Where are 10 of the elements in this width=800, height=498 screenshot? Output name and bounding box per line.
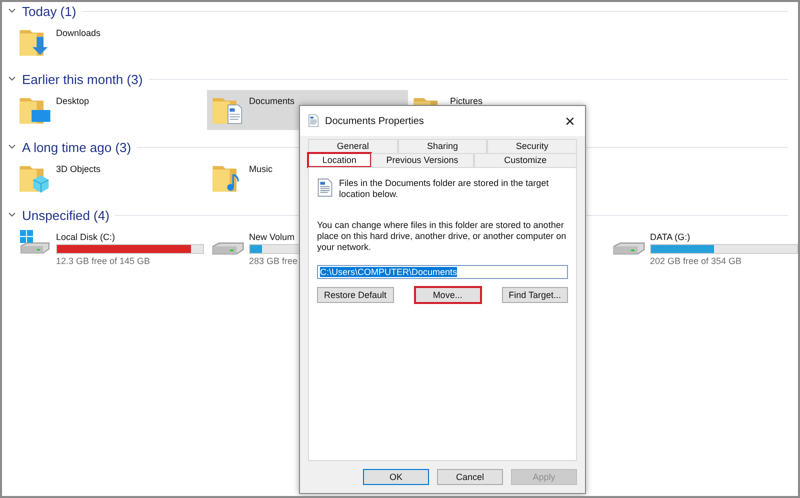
group-header: Today (1) (22, 4, 76, 18)
group-header: A long time ago (3) (22, 140, 132, 154)
free-space-text: 12.3 GB free of 145 GB (56, 256, 152, 266)
group-header: Earlier this month (3) (22, 72, 143, 86)
free-space-text: 283 GB free (249, 256, 299, 266)
free-space-text: 202 GB free of 354 GB (650, 256, 743, 266)
intro-text: Files in the Documents folder are stored in the target location below. (339, 178, 550, 200)
dialog-title: Documents Properties (325, 116, 425, 126)
group-header: Unspecified (4) (22, 208, 110, 222)
explanation-text: You can change where files in this folder are stored to another place on this hard drive, another drive, or another computer on your network. (317, 220, 568, 253)
